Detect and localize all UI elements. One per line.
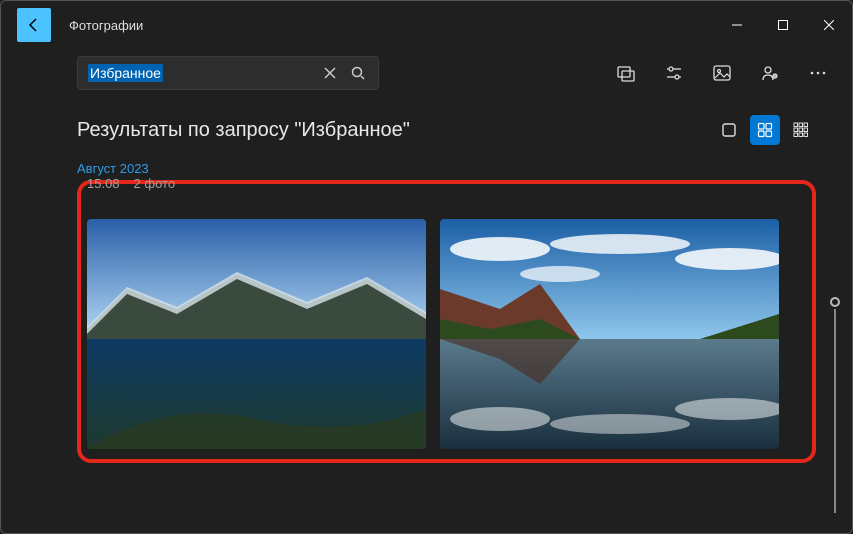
app-title: Фотографии <box>69 18 143 33</box>
month-link[interactable]: Август 2023 <box>77 161 149 176</box>
search-icon <box>351 66 365 80</box>
photo-thumbnail[interactable] <box>440 219 779 449</box>
gallery-highlight-frame: 15.08 2 фото <box>77 180 816 463</box>
search-value: Избранное <box>88 64 163 82</box>
image-icon <box>712 63 732 83</box>
filter-button[interactable] <box>664 63 684 83</box>
close-icon <box>824 20 834 30</box>
back-button[interactable] <box>17 8 51 42</box>
photos-window: Фотографии Избранное <box>0 0 853 534</box>
grid-3x3-icon <box>793 122 809 138</box>
timeline-scrollbar[interactable] <box>830 297 840 513</box>
search-button[interactable] <box>344 59 372 87</box>
search-input[interactable]: Избранное <box>77 56 379 90</box>
x-icon <box>323 66 337 80</box>
content-area: Результаты по запросу "Избранное" Авгус <box>1 97 852 533</box>
date-label: 15.08 <box>87 176 120 191</box>
heading-row: Результаты по запросу "Избранное" <box>77 115 816 145</box>
toolbar-actions <box>616 63 836 83</box>
arrow-left-icon <box>26 17 42 33</box>
more-button[interactable] <box>808 63 828 83</box>
import-button[interactable] <box>616 63 636 83</box>
toolbar: Избранное <box>1 49 852 97</box>
sliders-icon <box>664 63 684 83</box>
results-heading: Результаты по запросу "Избранное" <box>77 119 410 142</box>
import-icon <box>616 63 636 83</box>
share-button[interactable] <box>760 63 780 83</box>
view-small-grid-button[interactable] <box>786 115 816 145</box>
maximize-icon <box>778 20 788 30</box>
landscape-photo-icon <box>87 219 426 449</box>
timeline-marker-icon <box>830 297 840 307</box>
window-controls <box>714 1 852 49</box>
square-icon <box>721 122 737 138</box>
date-group-header: 15.08 2 фото <box>87 176 806 191</box>
minimize-icon <box>732 20 742 30</box>
maximize-button[interactable] <box>760 1 806 49</box>
timeline-track <box>834 309 836 513</box>
view-toggles <box>714 115 816 145</box>
photo-count-label: 2 фото <box>134 176 176 191</box>
view-medium-grid-button[interactable] <box>750 115 780 145</box>
more-icon <box>808 63 828 83</box>
people-icon <box>760 63 780 83</box>
view-single-button[interactable] <box>714 115 744 145</box>
minimize-button[interactable] <box>714 1 760 49</box>
background-button[interactable] <box>712 63 732 83</box>
photo-thumbnail[interactable] <box>87 219 426 449</box>
clear-search-button[interactable] <box>316 59 344 87</box>
thumbnail-row <box>87 219 806 449</box>
grid-2x2-icon <box>757 122 773 138</box>
landscape-photo-icon <box>440 219 779 449</box>
close-button[interactable] <box>806 1 852 49</box>
titlebar: Фотографии <box>1 1 852 49</box>
